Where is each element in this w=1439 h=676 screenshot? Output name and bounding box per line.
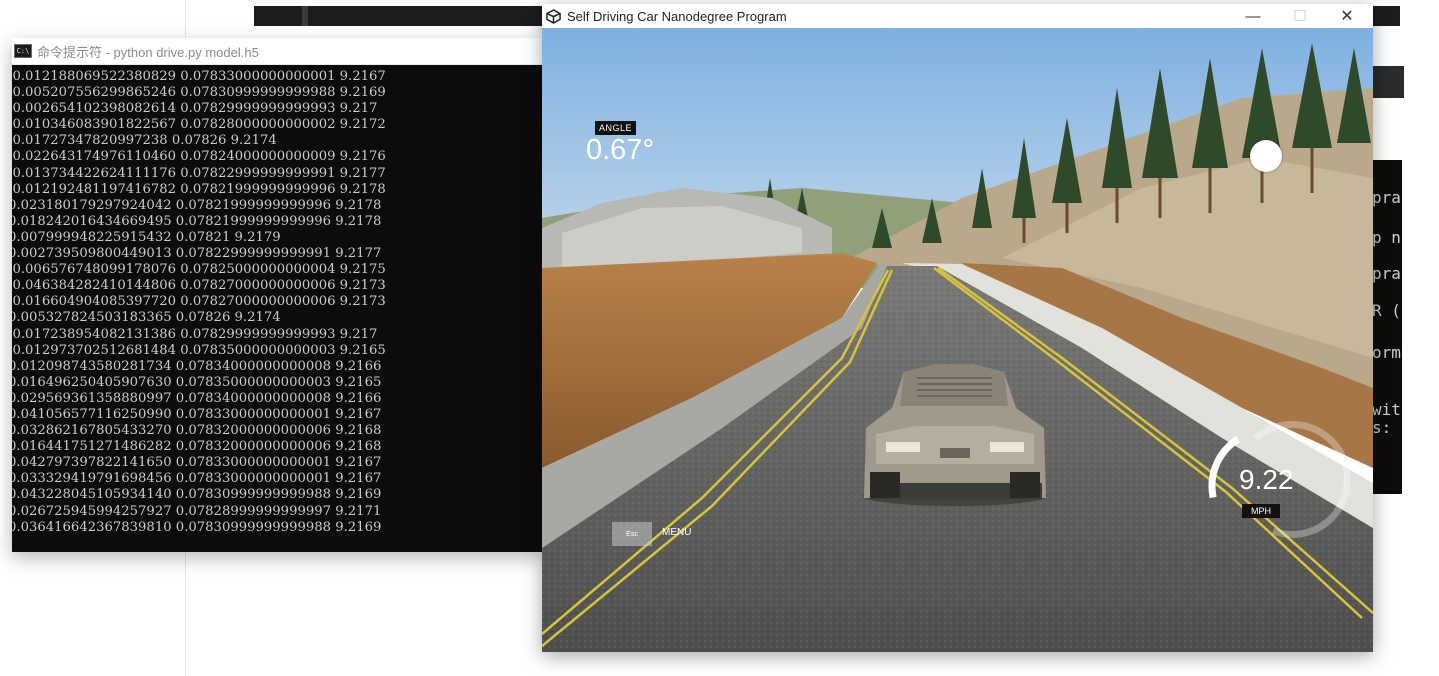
driving-scene xyxy=(542,28,1373,652)
cmd-output-line: 0.016496250405907630 0.07835000000000003… xyxy=(12,374,382,390)
simulator-window-title: Self Driving Car Nanodegree Program xyxy=(567,8,787,24)
cmd-output-line: 0.023180179297924042 0.07821999999999996… xyxy=(12,197,382,213)
cmd-output-line: 0.029569361358880997 0.07834000000000008… xyxy=(12,390,382,406)
cmd-output-line: -0.046384282410144806 0.0782700000000000… xyxy=(12,278,386,294)
cmd-output-line: -0.005207556299865246 0.0783099999999998… xyxy=(12,85,386,101)
terminal-fragment: R ( xyxy=(1372,301,1401,320)
background-window-strip-mark xyxy=(302,6,308,26)
speed-value: 9.22 xyxy=(1239,464,1294,495)
cmd-output-line: 0.026725945994257927 0.07828999999999997… xyxy=(12,503,382,519)
cmd-output-line: -0.01727347820997238 0.07826 9.2174 xyxy=(12,133,277,149)
cmd-output-line: 0.012098743580281734 0.07834000000000008… xyxy=(12,358,382,374)
cmd-output-line: 0.032862167805433270 0.07832000000000006… xyxy=(12,423,382,439)
cmd-output-line: -0.013734422624111176 0.0782299999999999… xyxy=(12,165,386,181)
background-terminal: pra p n pra R ( orm wit s: xyxy=(1372,160,1402,494)
close-button[interactable]: ✕ xyxy=(1324,4,1370,28)
cmd-output-line: 0.007999948225915432 0.07821 9.2179 xyxy=(12,229,281,245)
simulator-viewport[interactable]: ANGLE 0.67° 9.22 MPH Esc MENU xyxy=(542,28,1373,652)
cmd-output-line: 0.041056577116250990 0.07833000000000001… xyxy=(12,406,382,422)
recording-indicator[interactable] xyxy=(1250,140,1282,172)
cmd-output-line: -0.010346083901822567 0.0782800000000000… xyxy=(12,117,386,133)
cmd-output-line: -0.022643174976110460 0.0782400000000000… xyxy=(12,149,386,165)
cmd-window[interactable]: C:\ 命令提示符 - python drive.py model.h5 -0.… xyxy=(12,38,544,552)
terminal-fragment: pra xyxy=(1372,188,1401,207)
esc-key-hint[interactable]: Esc xyxy=(612,522,652,546)
angle-value: 0.67° xyxy=(586,134,655,166)
maximize-button[interactable]: ☐ xyxy=(1277,4,1323,28)
background-button[interactable] xyxy=(1372,66,1404,98)
cmd-output[interactable]: -0.012188069522380829 0.0783300000000000… xyxy=(12,65,544,553)
cmd-output-line: 0.002739509800449013 0.07822999999999991… xyxy=(12,246,382,262)
speed-unit-label: MPH xyxy=(1242,504,1280,518)
cmd-output-line: -0.006576748099178076 0.0782500000000000… xyxy=(12,262,386,278)
cmd-output-line: 0.042797397822141650 0.07833000000000001… xyxy=(12,455,382,471)
cmd-output-line: 0.043228045105934140 0.07830999999999988… xyxy=(12,487,382,503)
terminal-fragment: p n xyxy=(1372,228,1401,247)
cmd-output-line: 0.005327824503183365 0.07826 9.2174 xyxy=(12,310,281,326)
unity-logo-icon xyxy=(545,8,561,24)
simulator-titlebar[interactable]: Self Driving Car Nanodegree Program — ☐ … xyxy=(542,4,1373,28)
simulator-window[interactable]: Self Driving Car Nanodegree Program — ☐ … xyxy=(542,4,1373,652)
terminal-fragment: wit xyxy=(1372,400,1401,419)
cmd-output-line: -0.002654102398082614 0.0782999999999999… xyxy=(12,101,378,117)
terminal-fragment: s: xyxy=(1372,418,1392,437)
minimize-button[interactable]: — xyxy=(1230,4,1276,28)
cmd-app-icon: C:\ xyxy=(14,44,32,58)
terminal-fragment: pra xyxy=(1372,264,1401,283)
cmd-output-line: -0.012973702512681484 0.0783500000000000… xyxy=(12,342,386,358)
cmd-output-line: 0.016441751271486282 0.07832000000000006… xyxy=(12,439,382,455)
background-panel xyxy=(14,0,142,34)
cmd-titlebar[interactable]: C:\ 命令提示符 - python drive.py model.h5 xyxy=(12,38,544,65)
background-window-strip-right xyxy=(1372,6,1400,26)
cmd-output-line: 0.033329419791698456 0.07833000000000001… xyxy=(12,471,382,487)
cmd-output-line: 0.018242016434669495 0.07821999999999996… xyxy=(12,213,382,229)
cmd-output-line: 0.036416642367839810 0.07830999999999988… xyxy=(12,519,382,535)
cmd-output-line: -0.012192481197416782 0.0782199999999999… xyxy=(12,181,386,197)
cmd-output-line: -0.012188069522380829 0.0783300000000000… xyxy=(12,69,386,84)
angle-label: ANGLE xyxy=(595,121,637,135)
cmd-output-line: -0.016604904085397720 0.0782700000000000… xyxy=(12,294,386,310)
menu-label[interactable]: MENU xyxy=(662,527,691,538)
cmd-window-title: 命令提示符 - python drive.py model.h5 xyxy=(37,44,259,60)
cmd-output-line: -0.017238954082131386 0.0782999999999999… xyxy=(12,326,378,342)
terminal-fragment: orm xyxy=(1372,343,1401,362)
background-window-strip xyxy=(254,6,544,26)
